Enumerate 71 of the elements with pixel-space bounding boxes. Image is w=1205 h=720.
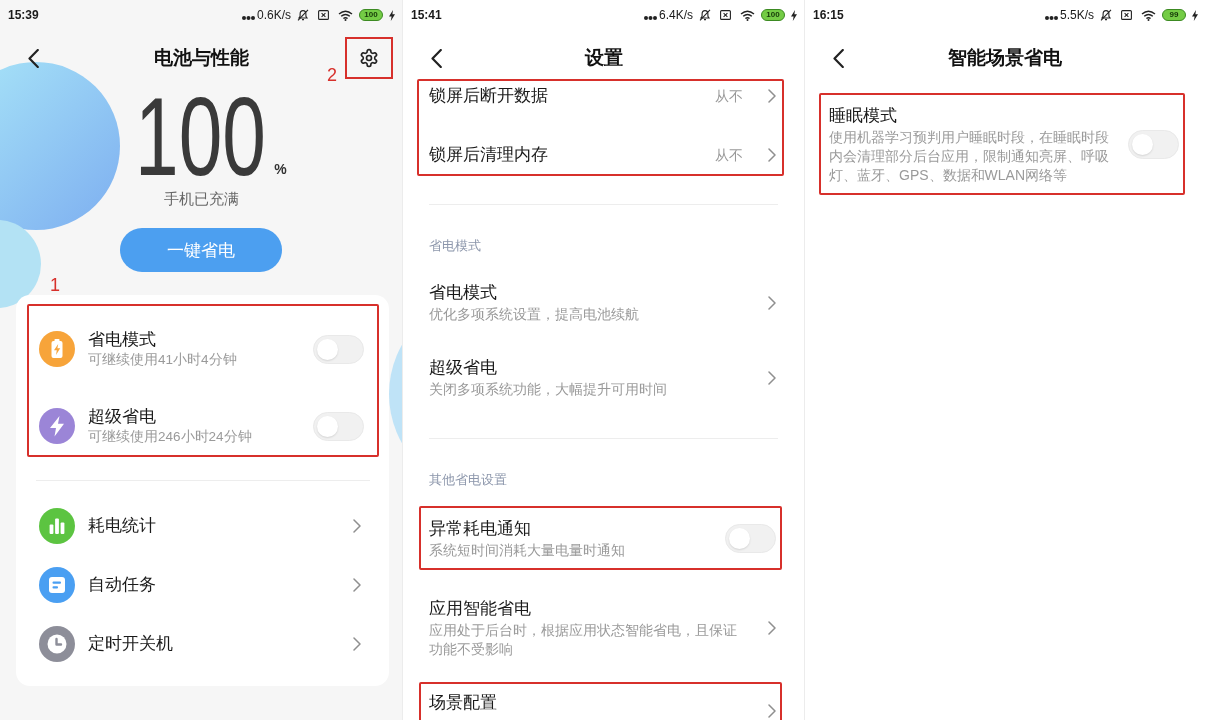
battery-badge: 99 — [1162, 9, 1186, 21]
row-subtitle: 系统短时间消耗大量电量时通知 — [429, 541, 625, 560]
chevron-icon[interactable] — [768, 295, 776, 310]
net-speed-text: 6.4K/s — [658, 8, 693, 22]
battery-badge: 100 — [761, 9, 785, 21]
row-title: 省电模式 — [88, 329, 156, 351]
more-dots-icon — [1044, 16, 1058, 20]
status-time: 15:39 — [8, 8, 39, 22]
mute-bell-icon — [297, 9, 309, 21]
chevron-icon[interactable] — [768, 621, 776, 635]
row-title: 应用智能省电 — [429, 598, 531, 620]
row-title: 锁屏后清理内存 — [429, 144, 548, 166]
wifi-icon — [740, 9, 755, 21]
row-value: 从不 — [715, 87, 743, 105]
net-speed-text: 5.5K/s — [1059, 8, 1094, 22]
chevron-icon[interactable] — [768, 704, 776, 718]
row-subtitle: 可继续使用246小时24分钟 — [88, 428, 252, 446]
row-title: 省电模式 — [429, 282, 497, 304]
sim-card-icon — [720, 10, 731, 20]
status-time: 16:15 — [813, 8, 844, 22]
toggle-switch[interactable] — [1128, 130, 1179, 159]
row-subtitle: 使用机器学习预判用户睡眠时段，在睡眠时段内会清理部分后台应用，限制通知亮屏、呼吸灯、蓝牙、GPS、数据和WLAN网络等 — [829, 128, 1110, 185]
mute-bell-icon — [699, 9, 711, 21]
more-dots-icon — [643, 16, 657, 20]
row-title: 异常耗电通知 — [429, 518, 531, 540]
callout-number: 1 — [50, 275, 60, 295]
more-dots-icon — [241, 16, 255, 20]
power-save-button[interactable]: 一键省电 — [120, 228, 282, 272]
toggle-switch[interactable] — [313, 334, 364, 364]
battery-badge: 100 — [359, 9, 383, 21]
row-title: 定时开关机 — [88, 632, 173, 655]
screen-title: 智能场景省电 — [948, 46, 1062, 70]
screen-title: 电池与性能 — [153, 46, 249, 70]
row-title: 睡眠模式 — [829, 105, 897, 127]
chevron-icon[interactable] — [353, 636, 361, 651]
wifi-icon — [1141, 9, 1156, 21]
mute-bell-icon — [1100, 9, 1112, 21]
row-value: 从不 — [715, 146, 743, 164]
sim-card-icon — [1121, 10, 1132, 20]
section-header: 其他省电设置 — [429, 471, 507, 489]
back-icon[interactable] — [28, 48, 39, 68]
chevron-icon[interactable] — [353, 577, 361, 592]
screen-title: 设置 — [584, 46, 623, 70]
battery-percent-text: 100 — [135, 95, 267, 178]
charge-status-text: 手机已充满 — [163, 189, 239, 209]
toggle-switch[interactable] — [313, 411, 364, 441]
row-subtitle: 关闭多项系统功能，大幅提升可用时间 — [429, 380, 667, 399]
row-title: 场景配置 — [429, 692, 497, 714]
wifi-icon — [338, 9, 353, 21]
row-title: 超级省电 — [88, 406, 156, 428]
row-title: 锁屏后断开数据 — [429, 85, 548, 107]
row-title: 超级省电 — [429, 357, 497, 379]
settings-icon[interactable] — [359, 48, 379, 68]
row-subtitle: 优化多项系统设置，提高电池续航 — [429, 305, 639, 324]
status-time: 15:41 — [411, 8, 442, 22]
toggle-switch[interactable] — [725, 524, 776, 553]
back-icon[interactable] — [431, 48, 442, 68]
row-title: 自动任务 — [88, 573, 156, 596]
chevron-icon[interactable] — [768, 370, 776, 385]
net-speed-text: 0.6K/s — [256, 8, 291, 22]
chevron-icon[interactable] — [768, 89, 776, 103]
back-icon[interactable] — [833, 48, 844, 68]
row-title: 耗电统计 — [88, 514, 156, 537]
row-subtitle: 应用处于后台时，根据应用状态智能省电，且保证功能不受影响 — [429, 621, 738, 659]
row-subtitle: 可继续使用41小时4分钟 — [88, 351, 237, 369]
section-header: 省电模式 — [429, 237, 481, 255]
sim-card-icon — [318, 10, 329, 20]
chevron-icon[interactable] — [768, 148, 776, 162]
callout-number: 2 — [327, 65, 337, 85]
chevron-icon[interactable] — [353, 518, 361, 533]
percent-sign: % — [274, 162, 287, 176]
